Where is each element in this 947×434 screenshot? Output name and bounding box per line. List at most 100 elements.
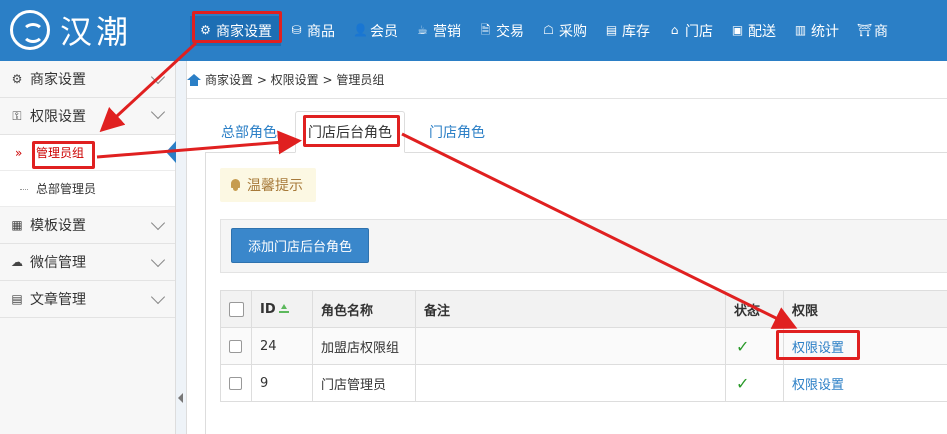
home-icon [187,73,201,86]
nav-label: 采购 [559,23,587,40]
header-role-name: 角色名称 [313,291,416,327]
shop-icon: ⛩ [857,23,873,37]
cell-status: ✓ [726,365,784,401]
document-icon: 🗎 [480,23,491,37]
key-icon: ⚿ [12,109,22,123]
chevron-down-icon [150,289,166,305]
template-icon: ▦ [11,218,23,232]
annotation-box-tab [303,115,400,147]
permission-settings-link[interactable]: 权限设置 [792,374,844,393]
bar-chart-icon: ▥ [794,23,807,37]
header-note: 备注 [416,291,726,327]
cell-note [416,328,726,364]
nav-label: 营销 [433,23,461,40]
cell-id: 24 [252,328,313,364]
truck-icon: ▣ [731,23,744,37]
table-row: 9 门店管理员 ✓ 权限设置 [220,365,947,402]
tab-hq-roles[interactable]: 总部角色 [209,111,289,153]
nav-item-products[interactable]: ⛁ 商品 [281,16,344,46]
sidebar-group-permissions[interactable]: ⚿ 权限设置 [0,98,175,135]
sidebar-group-label: 商家设置 [30,72,86,88]
sort-icon[interactable] [278,304,289,314]
tips-box[interactable]: 温馨提示 [220,168,316,202]
nav-label: 会员 [370,23,398,40]
brand-name: 汉潮 [60,13,133,51]
annotation-box-admin-group [32,141,95,169]
header-permission: 权限 [792,303,819,319]
nav-item-members[interactable]: 👤 会员 [344,16,407,46]
logo-icon [10,10,50,50]
top-navbar: 汉潮 ⚙ 商家设置 ⛁ 商品 👤 会员 ☕ 营销 🗎 交易 ☖ 采购 ▤ 库存 ⌂ 门店 ▣ 配送… [0,0,947,61]
main-nav: ⚙ 商家设置 ⛁ 商品 👤 会员 ☕ 营销 🗎 交易 ☖ 采购 ▤ 库存 ⌂ 门店 ▣ 配送 ▥ 统… [190,0,897,61]
sidebar-group-label: 文章管理 [30,292,86,308]
sidebar-item-label: 总部管理员 [36,182,97,196]
cell-role-name: 加盟店权限组 [313,328,416,364]
cell-id: 9 [252,365,313,401]
sidebar-group-wechat[interactable]: ☁ 微信管理 [0,244,175,281]
article-icon: ▤ [11,292,23,306]
sidebar-group-label: 模板设置 [30,218,86,234]
nav-item-purchase[interactable]: ☖ 采购 [533,16,596,46]
nav-label: 库存 [622,23,650,40]
sidebar: ⚙ 商家设置 ⚿ 权限设置 » 管理员组 总部管理员 ▦ 模板设置 ☁ 微信管理… [0,61,176,434]
header-id[interactable]: ID [252,291,313,327]
tab-store-roles[interactable]: 门店角色 [417,111,497,153]
sidebar-item-hq-admins[interactable]: 总部管理员 [0,171,175,207]
chevron-down-icon [150,252,166,268]
tips-label: 温馨提示 [247,178,303,194]
select-all-checkbox[interactable] [229,301,244,317]
table-header-row: ID 角色名称 备注 状态 权限 [220,291,947,328]
sidebar-group-templates[interactable]: ▦ 模板设置 [0,207,175,244]
sidebar-collapse-bar[interactable] [176,61,187,434]
bell-icon [230,179,241,191]
nav-label: 商 [874,23,888,40]
header-label: ID [260,301,276,317]
nav-item-delivery[interactable]: ▣ 配送 [722,16,785,46]
nav-label: 商品 [307,23,335,40]
tree-line [20,189,28,190]
breadcrumb-text: 商家设置 > 权限设置 > 管理员组 [205,73,385,87]
nav-label: 配送 [748,23,776,40]
sidebar-group-label: 权限设置 [30,109,86,125]
nav-item-shop[interactable]: ⛩ 商 [848,16,897,46]
annotation-box-nav [192,11,282,43]
header-status: 状态 [726,291,784,327]
sidebar-group-merchant-settings[interactable]: ⚙ 商家设置 [0,61,175,98]
nav-item-inventory[interactable]: ▤ 库存 [596,16,659,46]
nav-item-marketing[interactable]: ☕ 营销 [407,16,470,46]
nav-label: 交易 [496,23,524,40]
chevron-down-icon [150,215,166,231]
nav-item-trade[interactable]: 🗎 交易 [470,16,533,46]
cup-icon: ☕ [417,23,428,37]
cell-role-name: 门店管理员 [313,365,416,401]
logo[interactable]: 汉潮 [10,8,180,52]
row-checkbox[interactable] [229,376,242,390]
cart-icon: ☖ [543,23,554,37]
cell-note [416,365,726,401]
collapse-arrow-icon [178,393,183,403]
row-checkbox-cell [220,365,252,401]
home-icon: ⌂ [670,23,679,37]
sidebar-group-label: 微信管理 [30,255,86,271]
row-checkbox-cell [220,328,252,364]
check-icon: ✓ [736,336,750,356]
row-checkbox[interactable] [229,339,242,353]
annotation-box-permission [776,330,860,360]
breadcrumb: 商家设置 > 权限设置 > 管理员组 [187,61,947,99]
chevron-down-icon [150,69,166,85]
gear-icon: ⚙ [11,72,23,86]
active-marker-icon [166,141,176,163]
double-chevron-icon: » [15,145,23,160]
storage-icon: ▤ [605,23,618,37]
nav-item-statistics[interactable]: ▥ 统计 [785,16,848,46]
nav-label: 统计 [811,23,839,40]
cell-permission: 权限设置 [784,365,947,401]
nav-label: 门店 [685,23,713,40]
sidebar-group-articles[interactable]: ▤ 文章管理 [0,281,175,318]
add-store-backend-role-button[interactable]: 添加门店后台角色 [231,228,369,263]
database-icon: ⛁ [291,23,302,37]
wechat-icon: ☁ [11,255,23,269]
nav-item-stores[interactable]: ⌂ 门店 [659,16,722,46]
header-checkbox-cell [220,291,252,327]
check-icon: ✓ [736,373,750,393]
